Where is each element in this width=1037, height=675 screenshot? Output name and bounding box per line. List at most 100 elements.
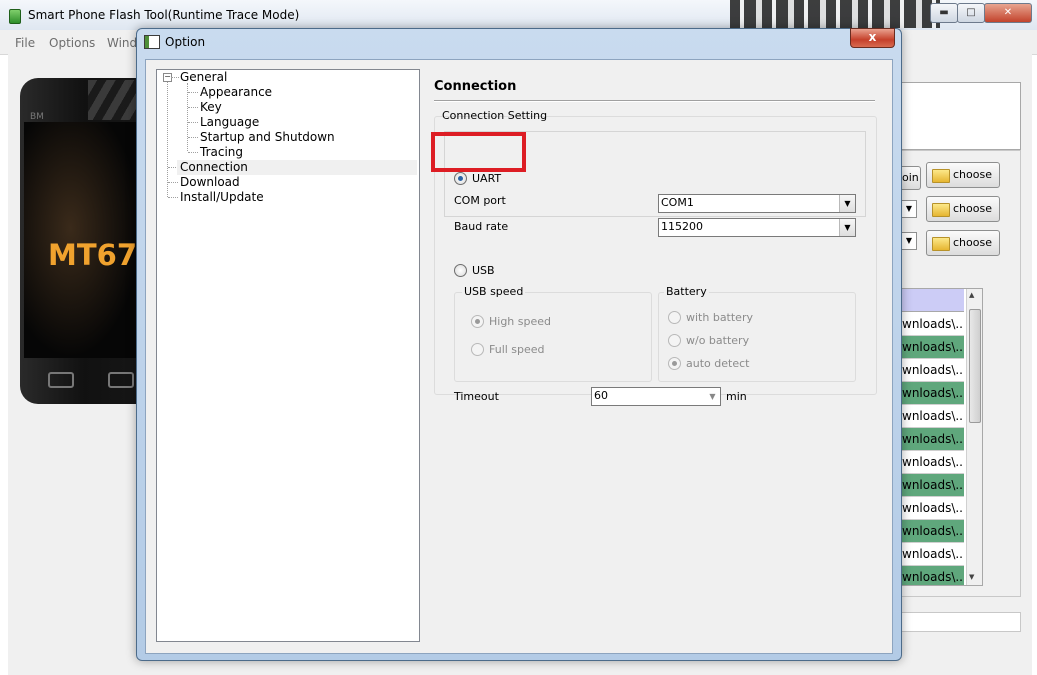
auto-detect-label[interactable]: auto detect <box>686 357 749 370</box>
timeout-value: 60 <box>594 389 608 402</box>
auto-detect-radio[interactable] <box>668 357 681 370</box>
main-info-panel <box>902 82 1021 150</box>
timeout-select[interactable]: 60 ▼ <box>591 387 721 406</box>
table-row[interactable]: wnloads\... <box>902 451 964 474</box>
tree-item-general[interactable]: General <box>180 70 227 84</box>
folder-icon <box>932 237 950 251</box>
table-row[interactable]: wnloads\... <box>902 405 964 428</box>
full-speed-radio[interactable] <box>471 343 484 356</box>
table-row[interactable]: wnloads\... <box>902 382 964 405</box>
baud-rate-value: 115200 <box>661 220 703 233</box>
scroll-thumb[interactable] <box>969 309 981 423</box>
high-speed-radio[interactable] <box>471 315 484 328</box>
tree-line <box>188 122 198 123</box>
usb-label[interactable]: USB <box>472 264 495 277</box>
folder-icon <box>932 169 950 183</box>
scroll-up-icon[interactable]: ▲ <box>969 291 974 299</box>
dropdown-arrow-icon[interactable]: ▼ <box>902 232 917 250</box>
dialog-icon <box>144 35 160 49</box>
usb-speed-label: USB speed <box>462 285 526 298</box>
menu-window[interactable]: Wind <box>107 36 137 50</box>
minimize-icon[interactable]: ▬ <box>930 3 958 23</box>
table-row[interactable]: wnloads\... <box>902 520 964 543</box>
choose-button-label: choose <box>953 168 992 181</box>
baud-rate-select[interactable]: 115200 ▼ <box>658 218 856 237</box>
scroll-down-icon[interactable]: ▼ <box>969 573 974 581</box>
choose-button-label: choose <box>953 236 992 249</box>
tree-line <box>188 137 198 138</box>
file-list-header <box>902 289 964 312</box>
timeout-unit: min <box>726 390 747 403</box>
phone-back-icon <box>108 372 134 388</box>
tree-line <box>188 92 198 93</box>
main-close-icon[interactable]: ✕ <box>984 3 1032 23</box>
wo-battery-radio[interactable] <box>668 334 681 347</box>
option-dialog: Option x − General Appearance Key Langua… <box>136 28 902 661</box>
tree-item-connection[interactable]: Connection <box>180 160 248 174</box>
tree-item-key[interactable]: Key <box>200 100 222 114</box>
connection-setting-label: Connection Setting <box>442 109 548 122</box>
usb-radio[interactable] <box>454 264 467 277</box>
baud-rate-label: Baud rate <box>454 220 509 233</box>
tree-item-appearance[interactable]: Appearance <box>200 85 272 99</box>
full-speed-label[interactable]: Full speed <box>489 343 545 356</box>
dropdown-arrow-icon[interactable]: ▼ <box>839 195 855 212</box>
phone-menu-icon <box>48 372 74 388</box>
choose-button[interactable]: choose <box>926 162 1000 188</box>
dropdown-arrow-icon[interactable]: ▼ <box>902 200 917 218</box>
pane-divider <box>434 100 875 102</box>
uart-label[interactable]: UART <box>472 172 501 185</box>
table-row[interactable]: wnloads\... <box>902 474 964 497</box>
file-list[interactable]: wnloads\... wnloads\... wnloads\... wnlo… <box>902 288 983 586</box>
tree-line <box>188 107 198 108</box>
with-battery-radio[interactable] <box>668 311 681 324</box>
battery-label: Battery <box>664 285 709 298</box>
app-icon <box>9 9 21 24</box>
table-row[interactable]: wnloads\... <box>902 313 964 336</box>
tree-line <box>188 152 198 153</box>
choose-button[interactable]: choose <box>926 196 1000 222</box>
phone-glare <box>88 80 140 120</box>
wo-battery-label[interactable]: w/o battery <box>686 334 749 347</box>
maximize-icon[interactable]: □ <box>957 3 985 23</box>
menu-file[interactable]: File <box>15 36 35 50</box>
timeout-label: Timeout <box>454 390 499 403</box>
tree-item-download[interactable]: Download <box>180 175 240 189</box>
pane-title: Connection <box>434 79 517 94</box>
red-highlight-box <box>431 132 526 172</box>
tree-item-install-update[interactable]: Install/Update <box>180 190 264 204</box>
tree-item-language[interactable]: Language <box>200 115 259 129</box>
menu-options[interactable]: Options <box>49 36 95 50</box>
com-port-select[interactable]: COM1 ▼ <box>658 194 856 213</box>
options-tree[interactable]: − General Appearance Key Language Startu… <box>156 69 420 642</box>
dialog-close-icon[interactable]: x <box>850 28 895 48</box>
pin-button[interactable]: oin <box>902 166 921 190</box>
table-row[interactable]: wnloads\... <box>902 359 964 382</box>
table-row[interactable]: wnloads\... <box>902 543 964 566</box>
with-battery-label[interactable]: with battery <box>686 311 753 324</box>
choose-button[interactable]: choose <box>926 230 1000 256</box>
watermark-logo <box>730 0 940 28</box>
file-list-scrollbar[interactable]: ▲ ▼ <box>966 289 982 585</box>
dropdown-arrow-icon[interactable]: ▼ <box>839 219 855 236</box>
phone-brand-text: BM <box>30 112 44 122</box>
tree-line <box>171 77 179 78</box>
tree-line <box>187 83 188 151</box>
main-window-title: Smart Phone Flash Tool(Runtime Trace Mod… <box>28 8 300 22</box>
table-row[interactable]: wnloads\... <box>902 566 964 585</box>
usb-speed-group <box>454 292 652 382</box>
tree-item-startup-shutdown[interactable]: Startup and Shutdown <box>200 130 335 144</box>
dropdown-arrow-icon[interactable]: ▼ <box>705 388 720 405</box>
tree-item-tracing[interactable]: Tracing <box>200 145 243 159</box>
table-row[interactable]: wnloads\... <box>902 497 964 520</box>
com-port-value: COM1 <box>661 196 694 209</box>
choose-button-label: choose <box>953 202 992 215</box>
tree-line <box>167 82 168 197</box>
uart-radio[interactable] <box>454 172 467 185</box>
high-speed-label[interactable]: High speed <box>489 315 551 328</box>
table-row[interactable]: wnloads\... <box>902 336 964 359</box>
status-field <box>902 612 1021 632</box>
dialog-title: Option <box>165 35 206 49</box>
tree-line <box>168 182 178 183</box>
table-row[interactable]: wnloads\... <box>902 428 964 451</box>
